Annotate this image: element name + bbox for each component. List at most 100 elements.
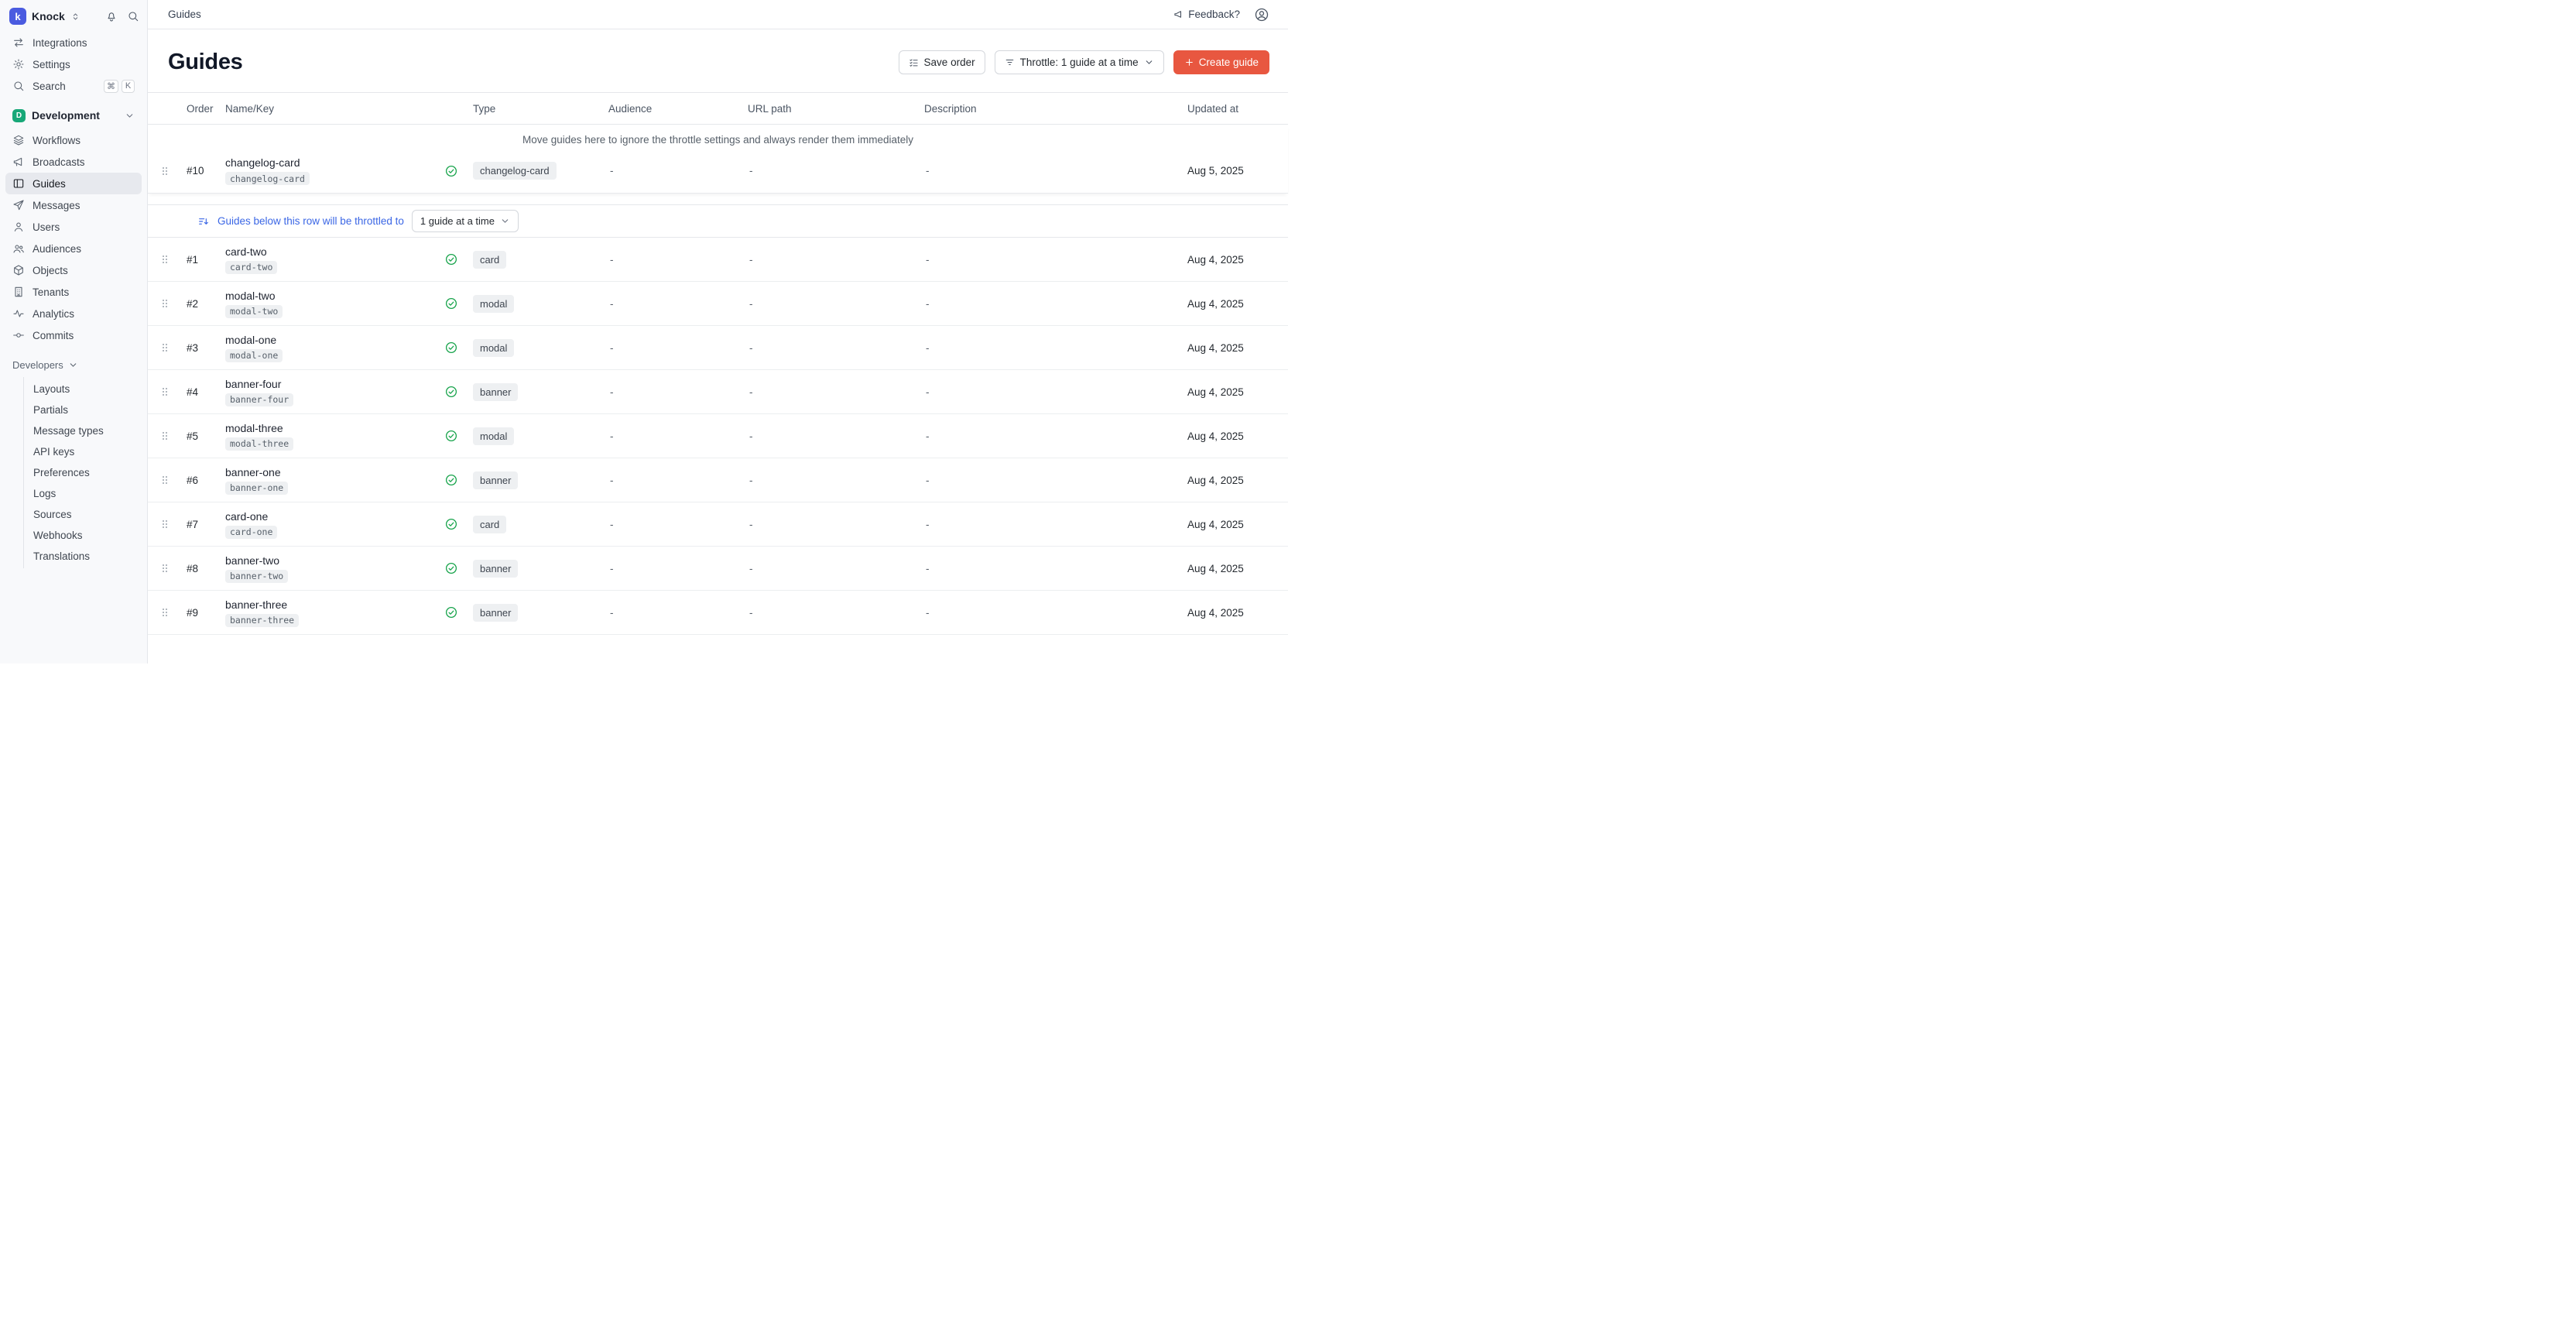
workspace-expand-icon[interactable] bbox=[70, 12, 80, 22]
shortcut-key-k: K bbox=[122, 80, 135, 93]
developers-subnav-item[interactable]: Layouts bbox=[24, 379, 147, 399]
sidebar: k Knock Integrations Settings Search ⌘ K bbox=[0, 0, 148, 664]
status-active-icon bbox=[433, 473, 468, 487]
developers-subnav-item[interactable]: Message types bbox=[24, 420, 147, 441]
sidebar-item-label: Broadcasts bbox=[33, 156, 85, 168]
type-badge: modal bbox=[473, 339, 514, 357]
checklist-icon bbox=[909, 57, 919, 67]
drag-handle[interactable] bbox=[148, 562, 182, 574]
status-active-icon bbox=[433, 385, 468, 399]
sidebar-item-tenants[interactable]: Tenants bbox=[5, 281, 142, 303]
developers-subnav-item[interactable]: Logs bbox=[24, 483, 147, 504]
sidebar-item-label: Search bbox=[33, 81, 66, 92]
sidebar-item-commits[interactable]: Commits bbox=[5, 324, 142, 346]
guide-name: modal-one bbox=[225, 334, 276, 346]
page-title: Guides bbox=[168, 50, 243, 75]
table-row[interactable]: #5 modal-three modal-three modal - - - A… bbox=[148, 414, 1288, 458]
guide-name: modal-two bbox=[225, 290, 276, 302]
table-row[interactable]: #3 modal-one modal-one modal - - - Aug 4… bbox=[148, 326, 1288, 370]
table-row[interactable]: #2 modal-two modal-two modal - - - Aug 4… bbox=[148, 282, 1288, 326]
throttled-guides-list: #1 card-two card-two card - - - Aug 4, 2… bbox=[148, 238, 1288, 635]
sidebar-item-workflows[interactable]: Workflows bbox=[5, 129, 142, 151]
sidebar-item-integrations[interactable]: Integrations bbox=[5, 32, 142, 53]
audience-value: - bbox=[604, 254, 743, 266]
workspace-name: Knock bbox=[32, 10, 65, 22]
sidebar-item-guides[interactable]: Guides bbox=[5, 173, 142, 194]
environment-switcher[interactable]: D Development bbox=[5, 103, 142, 128]
breadcrumb[interactable]: Guides bbox=[168, 9, 201, 20]
row-order: #3 bbox=[182, 342, 221, 354]
environment-badge-icon: D bbox=[12, 109, 26, 122]
drag-handle[interactable] bbox=[148, 386, 182, 398]
row-order: #6 bbox=[182, 475, 221, 486]
sidebar-item-label: Settings bbox=[33, 59, 70, 70]
plus-icon bbox=[1184, 57, 1194, 67]
sidebar-item-broadcasts[interactable]: Broadcasts bbox=[5, 151, 142, 173]
developers-subnav-item[interactable]: API keys bbox=[24, 441, 147, 462]
table-row[interactable]: #1 card-two card-two card - - - Aug 4, 2… bbox=[148, 238, 1288, 282]
megaphone-icon bbox=[12, 156, 25, 168]
table-row[interactable]: #7 card-one card-one card - - - Aug 4, 2… bbox=[148, 502, 1288, 547]
throttle-amount-select[interactable]: 1 guide at a time bbox=[412, 210, 519, 232]
type-badge: banner bbox=[473, 560, 518, 578]
drag-handle[interactable] bbox=[148, 518, 182, 530]
create-guide-button[interactable]: Create guide bbox=[1173, 50, 1269, 74]
table-row[interactable]: #6 banner-one banner-one banner - - - Au… bbox=[148, 458, 1288, 502]
throttle-settings-button[interactable]: Throttle: 1 guide at a time bbox=[995, 50, 1164, 74]
developers-section-toggle[interactable]: Developers bbox=[5, 354, 142, 375]
guide-name: changelog-card bbox=[225, 156, 300, 169]
description-value: - bbox=[920, 254, 1183, 266]
status-active-icon bbox=[433, 561, 468, 575]
row-order: #2 bbox=[182, 298, 221, 310]
user-icon bbox=[12, 221, 25, 233]
integrations-icon bbox=[12, 36, 25, 49]
drag-handle[interactable] bbox=[148, 606, 182, 619]
drag-handle[interactable] bbox=[148, 165, 182, 177]
table-row[interactable]: #9 banner-three banner-three banner - - … bbox=[148, 591, 1288, 635]
unthrottled-section: Move guides here to ignore the throttle … bbox=[148, 125, 1288, 194]
description-value: - bbox=[920, 342, 1183, 354]
drag-handle[interactable] bbox=[148, 253, 182, 266]
feedback-button[interactable]: Feedback? bbox=[1173, 9, 1240, 20]
sidebar-item-audiences[interactable]: Audiences bbox=[5, 238, 142, 259]
column-header-description: Description bbox=[920, 103, 1183, 115]
row-order: #7 bbox=[182, 519, 221, 530]
description-value: - bbox=[920, 298, 1183, 310]
guide-name: modal-three bbox=[225, 422, 283, 434]
paper-plane-icon bbox=[12, 199, 25, 211]
table-row[interactable]: #10 changelog-card changelog-card change… bbox=[148, 149, 1288, 193]
developers-subnav-item[interactable]: Preferences bbox=[24, 462, 147, 483]
sidebar-item-objects[interactable]: Objects bbox=[5, 259, 142, 281]
throttle-divider-link[interactable]: Guides below this row will be throttled … bbox=[218, 215, 404, 227]
sidebar-item-search[interactable]: Search ⌘ K bbox=[5, 75, 142, 97]
sidebar-item-analytics[interactable]: Analytics bbox=[5, 303, 142, 324]
sidebar-item-users[interactable]: Users bbox=[5, 216, 142, 238]
guide-key: banner-one bbox=[225, 482, 288, 495]
guide-key: banner-four bbox=[225, 393, 293, 406]
sidebar-item-messages[interactable]: Messages bbox=[5, 194, 142, 216]
megaphone-icon bbox=[1173, 9, 1184, 19]
column-header-updated-at: Updated at bbox=[1183, 103, 1288, 115]
developers-subnav-item[interactable]: Webhooks bbox=[24, 525, 147, 546]
notifications-bell-icon[interactable] bbox=[105, 10, 118, 22]
developers-subnav-item[interactable]: Translations bbox=[24, 546, 147, 567]
status-active-icon bbox=[433, 164, 468, 178]
developers-subnav-item[interactable]: Sources bbox=[24, 504, 147, 525]
sidebar-item-settings[interactable]: Settings bbox=[5, 53, 142, 75]
updated-at-value: Aug 4, 2025 bbox=[1183, 386, 1288, 398]
table-row[interactable]: #8 banner-two banner-two banner - - - Au… bbox=[148, 547, 1288, 591]
table-row[interactable]: #4 banner-four banner-four banner - - - … bbox=[148, 370, 1288, 414]
chevron-down-icon bbox=[125, 111, 135, 121]
guide-name: banner-three bbox=[225, 598, 287, 611]
drag-handle[interactable] bbox=[148, 341, 182, 354]
drag-handle[interactable] bbox=[148, 474, 182, 486]
sidebar-search-icon[interactable] bbox=[127, 10, 139, 22]
user-avatar[interactable] bbox=[1254, 7, 1269, 22]
developers-subnav-item[interactable]: Partials bbox=[24, 399, 147, 420]
save-order-button[interactable]: Save order bbox=[899, 50, 985, 74]
guide-key: card-two bbox=[225, 261, 277, 274]
guide-name: banner-four bbox=[225, 378, 281, 390]
workspace-switcher[interactable]: k Knock bbox=[0, 5, 147, 32]
drag-handle[interactable] bbox=[148, 430, 182, 442]
drag-handle[interactable] bbox=[148, 297, 182, 310]
